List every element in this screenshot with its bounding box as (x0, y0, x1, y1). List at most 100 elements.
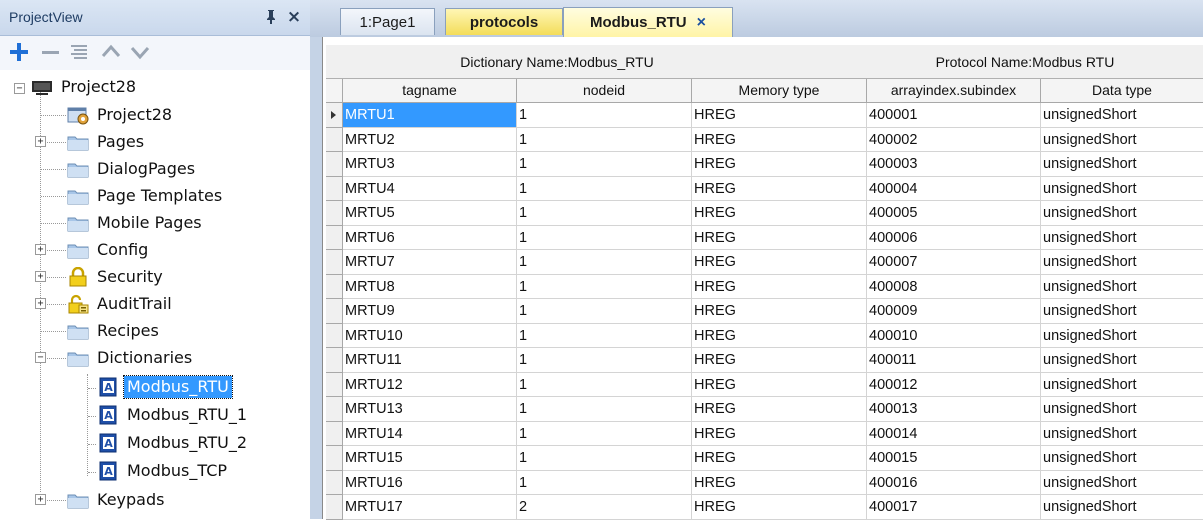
tagname-cell[interactable]: MRTU2 (343, 127, 517, 152)
row-header[interactable] (326, 225, 343, 250)
tagname-cell[interactable]: MRTU6 (343, 225, 517, 250)
tagname-cell[interactable]: MRTU16 (343, 470, 517, 495)
expand-audittrail-toggle[interactable]: + (35, 298, 46, 309)
tree-item-keypads[interactable]: Keypads (66, 487, 167, 513)
table-row[interactable]: MRTU2 1 HREG 400002 unsignedShort (326, 127, 1203, 152)
row-header[interactable] (326, 274, 343, 299)
nodeid-cell[interactable]: 1 (517, 421, 692, 446)
expand-config-toggle[interactable]: + (35, 244, 46, 255)
tagname-cell[interactable]: MRTU9 (343, 299, 517, 324)
memory-type-cell[interactable]: HREG (692, 201, 867, 226)
tab-modbus-rtu[interactable]: Modbus_RTU × (563, 7, 733, 37)
pin-icon[interactable] (262, 6, 280, 28)
arrayindex-cell[interactable]: 400005 (867, 201, 1041, 226)
tree-item-dialogpages[interactable]: DialogPages (66, 156, 198, 182)
tagname-cell[interactable]: MRTU14 (343, 421, 517, 446)
tree-item-page-templates[interactable]: Page Templates (66, 183, 225, 209)
arrayindex-cell[interactable]: 400007 (867, 250, 1041, 275)
data-type-cell[interactable]: unsignedShort (1041, 275, 1203, 299)
arrayindex-cell[interactable]: 400010 (867, 323, 1041, 348)
arrayindex-cell[interactable]: 400009 (867, 299, 1041, 324)
arrayindex-cell[interactable]: 400004 (867, 176, 1041, 201)
memory-type-cell[interactable]: HREG (692, 446, 867, 471)
row-header[interactable] (326, 372, 343, 397)
table-row[interactable]: MRTU11 1 HREG 400011 unsignedShort (326, 348, 1203, 373)
memory-type-cell[interactable]: HREG (692, 495, 867, 520)
table-row[interactable]: MRTU17 2 HREG 400017 unsignedShort (326, 495, 1203, 520)
tagname-cell[interactable]: MRTU3 (343, 152, 517, 177)
data-type-cell[interactable]: unsignedShort (1041, 397, 1203, 422)
arrayindex-cell[interactable]: 400003 (867, 152, 1041, 177)
arrayindex-cell[interactable]: 400013 (867, 397, 1041, 422)
table-row[interactable]: MRTU4 1 HREG 400004 unsignedShort (326, 176, 1203, 201)
move-down-icon[interactable] (129, 41, 151, 63)
tagname-cell[interactable]: MRTU8 (343, 274, 517, 299)
tree-item-mobile-pages[interactable]: Mobile Pages (66, 210, 205, 236)
tagname-cell[interactable]: MRTU17 (343, 495, 517, 520)
data-type-cell[interactable]: unsignedShort (1041, 471, 1203, 495)
row-header[interactable] (326, 250, 343, 275)
data-type-cell[interactable]: unsignedShort (1041, 250, 1203, 275)
tagname-cell[interactable]: MRTU7 (343, 250, 517, 275)
row-header[interactable] (326, 421, 343, 446)
data-type-cell[interactable]: unsignedShort (1041, 103, 1203, 128)
arrayindex-cell[interactable]: 400017 (867, 495, 1041, 520)
table-row[interactable]: MRTU10 1 HREG 400010 unsignedShort (326, 323, 1203, 348)
tree-item-modbus-rtu-1[interactable]: A Modbus_RTU_1 (96, 402, 250, 428)
tree-item-audittrail[interactable]: AuditTrail (66, 291, 175, 317)
memory-type-cell[interactable]: HREG (692, 152, 867, 177)
tagname-cell[interactable]: MRTU5 (343, 201, 517, 226)
data-type-cell[interactable]: unsignedShort (1041, 152, 1203, 177)
nodeid-cell[interactable]: 1 (517, 152, 692, 177)
memory-type-cell[interactable]: HREG (692, 250, 867, 275)
tagname-cell[interactable]: MRTU15 (343, 446, 517, 471)
nodeid-cell[interactable]: 1 (517, 225, 692, 250)
row-header[interactable] (326, 495, 343, 520)
tab-protocols[interactable]: protocols (445, 8, 563, 35)
collapse-dictionaries-toggle[interactable]: − (35, 352, 46, 363)
row-header[interactable] (326, 299, 343, 324)
table-row[interactable]: MRTU3 1 HREG 400003 unsignedShort (326, 152, 1203, 177)
close-tab-icon[interactable]: × (697, 14, 706, 32)
data-type-cell[interactable]: unsignedShort (1041, 226, 1203, 250)
data-type-cell[interactable]: unsignedShort (1041, 495, 1203, 520)
row-header[interactable] (326, 470, 343, 495)
expand-keypads-toggle[interactable]: + (35, 494, 46, 505)
memory-type-cell[interactable]: HREG (692, 274, 867, 299)
memory-type-cell[interactable]: HREG (692, 103, 867, 128)
arrayindex-cell[interactable]: 400014 (867, 421, 1041, 446)
table-row[interactable]: MRTU6 1 HREG 400006 unsignedShort (326, 225, 1203, 250)
memory-type-cell[interactable]: HREG (692, 176, 867, 201)
table-row[interactable]: MRTU8 1 HREG 400008 unsignedShort (326, 274, 1203, 299)
data-type-cell[interactable]: unsignedShort (1041, 373, 1203, 397)
row-header[interactable] (326, 446, 343, 471)
memory-type-cell[interactable]: HREG (692, 397, 867, 422)
table-row[interactable]: MRTU9 1 HREG 400009 unsignedShort (326, 299, 1203, 324)
nodeid-cell[interactable]: 1 (517, 323, 692, 348)
column-header-memory-type[interactable]: Memory type (692, 79, 867, 103)
tagname-cell[interactable]: MRTU1 (343, 103, 517, 128)
nodeid-cell[interactable]: 1 (517, 201, 692, 226)
row-header[interactable] (326, 323, 343, 348)
table-row[interactable]: MRTU14 1 HREG 400014 unsignedShort (326, 421, 1203, 446)
table-row[interactable]: MRTU5 1 HREG 400005 unsignedShort (326, 201, 1203, 226)
arrayindex-cell[interactable]: 400016 (867, 470, 1041, 495)
arrayindex-cell[interactable]: 400002 (867, 127, 1041, 152)
arrayindex-cell[interactable]: 400006 (867, 225, 1041, 250)
table-row[interactable]: MRTU7 1 HREG 400007 unsignedShort (326, 250, 1203, 275)
tree-item-pages[interactable]: Pages (66, 129, 147, 155)
row-header[interactable] (326, 152, 343, 177)
move-up-icon[interactable] (100, 41, 122, 63)
tree-item-dictionaries[interactable]: Dictionaries (66, 345, 195, 371)
data-type-cell[interactable]: unsignedShort (1041, 128, 1203, 152)
tagname-cell[interactable]: MRTU13 (343, 397, 517, 422)
column-header-tagname[interactable]: tagname (343, 79, 517, 103)
nodeid-cell[interactable]: 1 (517, 250, 692, 275)
add-icon[interactable] (8, 41, 30, 63)
row-header[interactable] (326, 176, 343, 201)
tagname-cell[interactable]: MRTU4 (343, 176, 517, 201)
tagname-cell[interactable]: MRTU11 (343, 348, 517, 373)
memory-type-cell[interactable]: HREG (692, 470, 867, 495)
tree-item-project28-root[interactable]: Project28 (30, 74, 139, 100)
tree-item-project28[interactable]: Project28 (66, 102, 175, 128)
